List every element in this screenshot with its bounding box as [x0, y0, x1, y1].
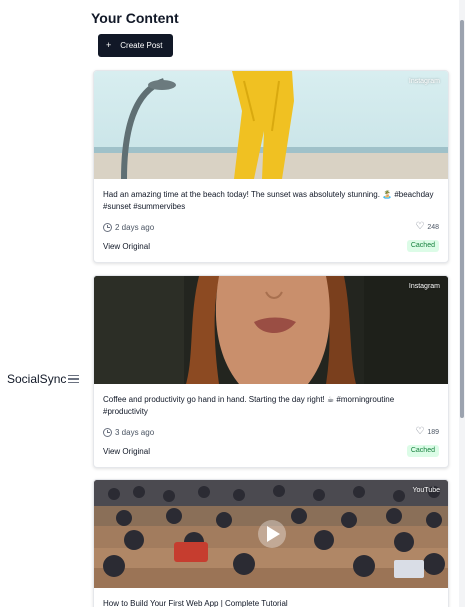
post-card: YouTube How to Build Your First Web App … [93, 479, 449, 607]
portrait-photo [94, 276, 448, 384]
post-time: 3 days ago [103, 427, 155, 437]
post-thumbnail[interactable]: Instagram [94, 71, 448, 179]
scrollbar-thumb[interactable] [460, 20, 464, 418]
post-card: Instagram Had an amazing time at the bea… [93, 70, 449, 263]
create-post-label: Create Post [120, 41, 163, 50]
clock-icon [103, 222, 112, 232]
platform-label: Instagram [408, 283, 440, 290]
heart-icon: ♡ [415, 426, 425, 437]
post-caption: Coffee and productivity go hand in hand.… [103, 395, 395, 416]
clock-icon [103, 427, 112, 437]
post-likes: ♡ 248 [415, 222, 439, 232]
status-badge: Cached [406, 240, 439, 252]
heart-icon: ♡ [415, 221, 425, 232]
likes-count: 248 [427, 223, 439, 231]
likes-count: 189 [427, 428, 439, 436]
view-original-link[interactable]: View Original [103, 242, 150, 251]
post-likes: ♡ 189 [415, 427, 439, 437]
platform-label: YouTube [412, 487, 440, 494]
hamburger-menu-icon[interactable] [68, 375, 80, 384]
platform-label: Instagram [408, 78, 440, 85]
brand-name: SocialSync [7, 372, 67, 386]
view-original-link[interactable]: View Original [103, 447, 150, 456]
post-time-text: 2 days ago [115, 222, 155, 232]
plus-icon: + [106, 40, 112, 50]
create-post-button[interactable]: + Create Post [98, 34, 173, 57]
brand: SocialSync [7, 372, 80, 386]
post-time: 2 days ago [103, 222, 155, 232]
lecture-hall-photo [94, 480, 448, 588]
post-caption: Had an amazing time at the beach today! … [103, 190, 434, 211]
post-card: Instagram Coffee and productivity go han… [93, 275, 449, 468]
sidebar: SocialSync [0, 0, 84, 607]
post-time-text: 3 days ago [115, 427, 155, 437]
page-title: Your Content [91, 10, 179, 26]
scrollbar[interactable] [459, 0, 465, 607]
post-thumbnail[interactable]: Instagram [94, 276, 448, 384]
status-badge: Cached [406, 445, 439, 457]
beach-photo [94, 71, 448, 179]
post-thumbnail[interactable]: YouTube [94, 480, 448, 588]
post-caption: How to Build Your First Web App | Comple… [103, 599, 288, 607]
